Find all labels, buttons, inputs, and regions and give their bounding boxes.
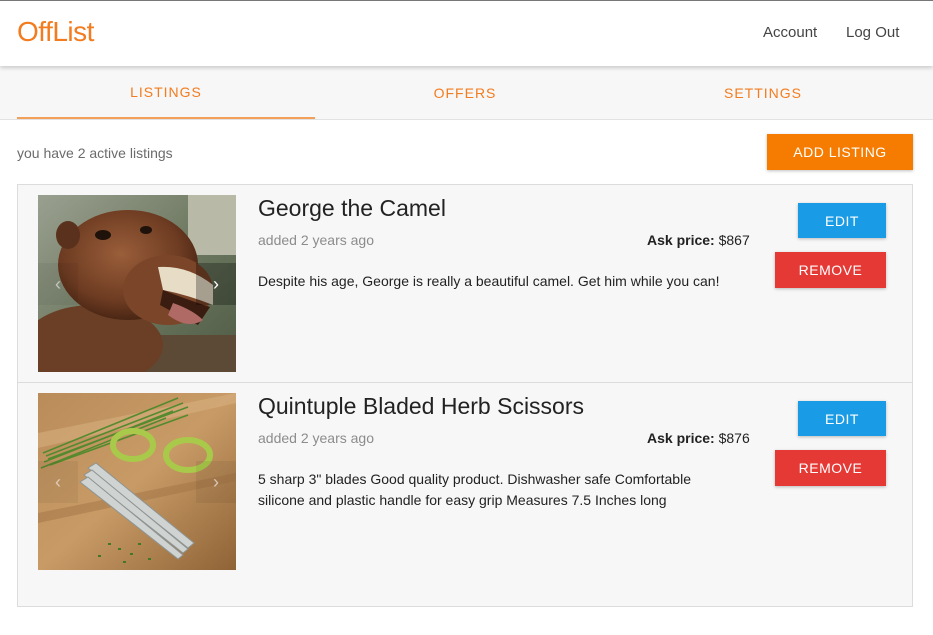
- listing-description: 5 sharp 3" blades Good quality product. …: [258, 471, 691, 508]
- listing-added-date: added 2 years ago: [258, 232, 374, 248]
- top-bar: OffList Account Log Out: [0, 0, 933, 66]
- tab-offers[interactable]: OFFERS: [316, 66, 614, 119]
- ask-price-value: $867: [718, 232, 750, 248]
- carousel-next-button[interactable]: ›: [196, 461, 236, 503]
- ask-price-label: Ask price:: [647, 430, 715, 446]
- listing-ask-price: Ask price: $876: [647, 430, 750, 446]
- app-logo[interactable]: OffList: [17, 16, 94, 48]
- listing-added-date: added 2 years ago: [258, 430, 374, 446]
- active-listings-count: you have 2 active listings: [17, 145, 173, 161]
- carousel-prev-button[interactable]: ‹: [38, 263, 78, 305]
- edit-button[interactable]: EDIT: [798, 401, 886, 436]
- ask-price-label: Ask price:: [647, 232, 715, 248]
- remove-button[interactable]: REMOVE: [775, 252, 886, 288]
- listing-card: ‹ › Quintuple Bladed Herb Scissors added…: [18, 383, 912, 581]
- remove-button[interactable]: REMOVE: [775, 450, 886, 486]
- edit-button[interactable]: EDIT: [798, 203, 886, 238]
- logout-link[interactable]: Log Out: [846, 24, 899, 41]
- listing-ask-price: Ask price: $867: [647, 232, 750, 248]
- account-link[interactable]: Account: [763, 24, 817, 41]
- listings-list: ‹ › George the Camel added 2 years ago A…: [17, 184, 913, 607]
- listing-photo-camel: ‹ ›: [38, 195, 236, 372]
- add-listing-button[interactable]: ADD LISTING: [767, 134, 913, 170]
- carousel-next-button[interactable]: ›: [196, 263, 236, 305]
- listing-card: ‹ › George the Camel added 2 years ago A…: [18, 185, 912, 383]
- ask-price-value: $876: [718, 430, 750, 446]
- listing-description: Despite his age, George is really a beau…: [258, 273, 720, 289]
- tab-settings[interactable]: SETTINGS: [614, 66, 912, 119]
- listing-photo-scissors: ‹ ›: [38, 393, 236, 570]
- listing-title[interactable]: George the Camel: [258, 195, 446, 222]
- carousel-prev-button[interactable]: ‹: [38, 461, 78, 503]
- tab-bar: LISTINGS OFFERS SETTINGS: [0, 66, 933, 120]
- tab-listings[interactable]: LISTINGS: [17, 66, 315, 119]
- listing-title[interactable]: Quintuple Bladed Herb Scissors: [258, 393, 584, 420]
